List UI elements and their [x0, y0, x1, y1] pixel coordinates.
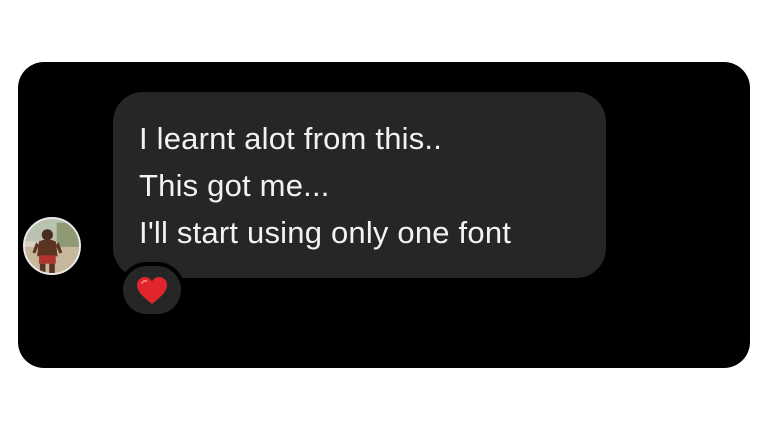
message-line-2: This got me...	[139, 168, 330, 203]
reaction-badge[interactable]	[119, 262, 185, 318]
message-line-3: I'll start using only one font	[139, 215, 512, 250]
message-line-1: I learnt alot from this..	[139, 121, 443, 156]
chat-thread: I learnt alot from this.. This got me...…	[18, 62, 750, 368]
red-heart-icon	[137, 276, 167, 304]
sender-avatar[interactable]	[23, 217, 81, 275]
message-bubble[interactable]: I learnt alot from this.. This got me...…	[113, 92, 606, 278]
avatar-photo	[25, 219, 79, 273]
